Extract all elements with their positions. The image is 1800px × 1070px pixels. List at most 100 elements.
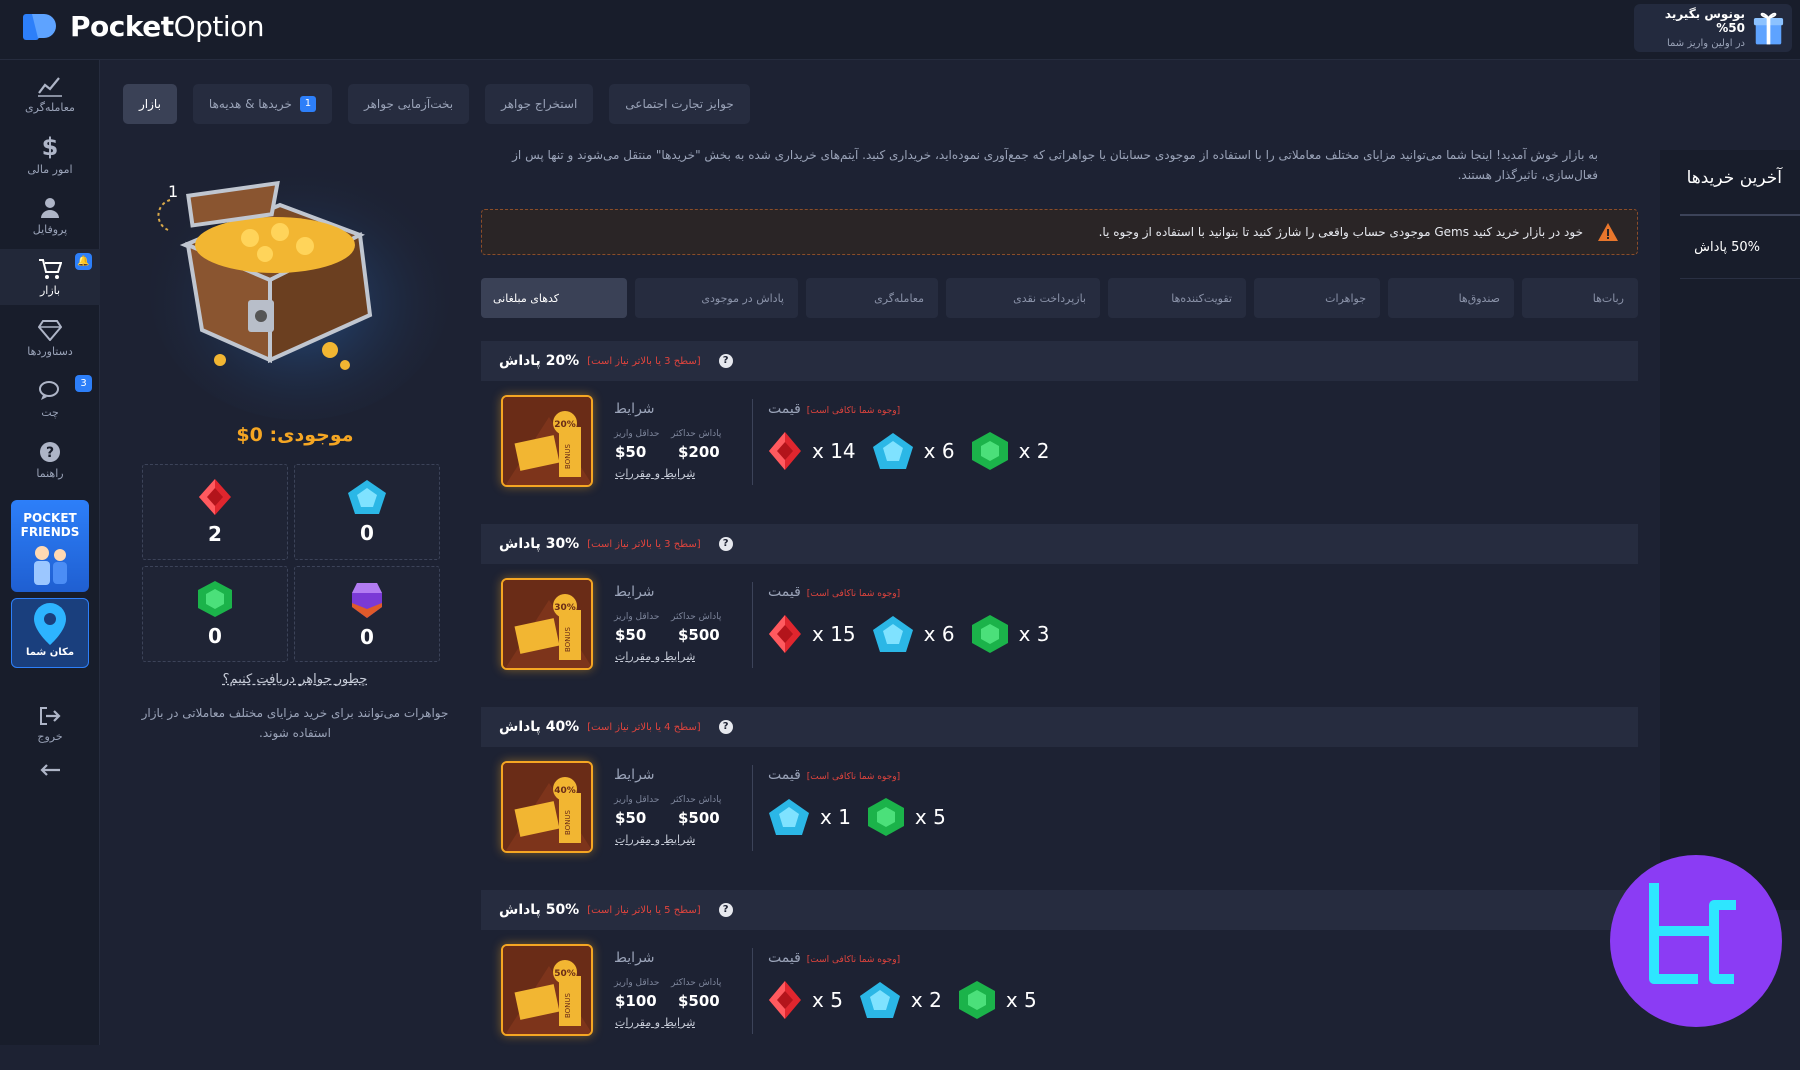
deposit-bonus-banner[interactable]: بونوس بگیرید 50% در اولین واریز شما bbox=[1634, 4, 1792, 52]
divider bbox=[752, 582, 753, 668]
bonus-voucher-word: BONUS bbox=[564, 809, 572, 835]
recent-purchase-item[interactable]: 50% پاداش bbox=[1694, 240, 1760, 255]
min-deposit-label: حداقل واریز bbox=[614, 612, 660, 622]
sidebar-item-profile[interactable]: پروفایل bbox=[0, 188, 100, 244]
watermark-logo bbox=[1610, 855, 1782, 1027]
max-bonus-label: پاداش حداکثر bbox=[671, 612, 722, 622]
sidebar-item-label: خروج bbox=[37, 729, 63, 743]
sidebar-item-market[interactable]: بازار 🔔 bbox=[0, 249, 100, 305]
price-title: قیمت [وجوه شما ناکافی است] bbox=[768, 584, 901, 600]
offer-card[interactable]: 40% BONUS شرایط حداقل واریز پاداش حداکثر $50 $… bbox=[481, 747, 1638, 887]
sidebar-item-label: چت bbox=[41, 405, 59, 419]
bonus-gift-icon: 40% BONUS bbox=[503, 763, 591, 851]
insufficient-funds-note: [وجوه شما ناکافی است] bbox=[806, 772, 901, 782]
help-icon[interactable]: ? bbox=[718, 537, 733, 551]
terms-link[interactable]: شرایط و مقررات bbox=[615, 650, 695, 663]
collapse-sidebar-button[interactable] bbox=[0, 750, 100, 790]
notification-badge: 🔔 bbox=[75, 253, 92, 270]
help-icon[interactable]: ? bbox=[718, 354, 733, 368]
filter-trading[interactable]: معامله‌گری bbox=[806, 278, 938, 318]
blue-gem-icon bbox=[859, 982, 900, 1018]
sidebar-item-trading[interactable]: معامله‌گری bbox=[0, 66, 100, 122]
price-quantity: x 6 bbox=[923, 622, 955, 646]
price-title: قیمت [وجوه شما ناکافی است] bbox=[768, 401, 901, 417]
gift-icon bbox=[1753, 12, 1784, 45]
divider bbox=[752, 765, 753, 851]
blue-gem-icon bbox=[348, 480, 386, 514]
max-bonus-value: $500 bbox=[678, 809, 720, 827]
sidebar-item-finance[interactable]: $ امور مالی bbox=[0, 127, 100, 183]
offer-header: 20% پاداش [سطح 3 یا بالاتر نیاز است]? bbox=[481, 341, 1638, 381]
filter-boosters[interactable]: تقویت‌کننده‌ها bbox=[1108, 278, 1246, 318]
filter-promo-codes[interactable]: کدهای مبلغانی bbox=[481, 278, 627, 318]
tab-market[interactable]: بازار bbox=[123, 84, 177, 124]
gem-count: 2 bbox=[208, 522, 222, 546]
sidebar-item-help[interactable]: ? راهنما bbox=[0, 432, 100, 488]
filter-gems[interactable]: جواهرات bbox=[1254, 278, 1380, 318]
price-title: قیمت [وجوه شما ناکافی است] bbox=[768, 767, 901, 783]
tab-social-trading-rewards[interactable]: جوایز تجارت اجتماعی bbox=[609, 84, 750, 124]
red-gem-icon bbox=[769, 615, 801, 653]
bonus-voucher-percent: 30% bbox=[554, 603, 576, 613]
max-bonus-value: $500 bbox=[678, 626, 720, 644]
help-icon[interactable]: ? bbox=[718, 903, 733, 917]
market-tabs: بازار خریدها & هدیه‌ها 1 بخت‌آزمایی جواهر… bbox=[123, 84, 750, 124]
bonus-voucher-image: 30% BONUS bbox=[501, 578, 593, 670]
offer-card[interactable]: 50% BONUS شرایط حداقل واریز پاداش حداکثر $100… bbox=[481, 930, 1638, 1070]
gem-level-number: 1 bbox=[168, 182, 179, 201]
terms-link[interactable]: شرایط و مقررات bbox=[615, 1016, 695, 1029]
price-quantity: x 2 bbox=[1018, 439, 1050, 463]
offer-percent: 20% پاداش bbox=[499, 353, 580, 369]
sidebar: معامله‌گری $ امور مالی پروفایل بازار 🔔 د… bbox=[0, 60, 100, 1045]
sidebar-item-chat[interactable]: چت 3 bbox=[0, 371, 100, 427]
filter-boxes[interactable]: صندوق‌ها bbox=[1388, 278, 1514, 318]
offer-card[interactable]: 30% BONUS شرایط حداقل واریز پاداش حداکثر $50 $… bbox=[481, 564, 1638, 704]
offer-card[interactable]: 20% BONUS شرایط حداقل واریز پاداش حداکثر $50 $… bbox=[481, 381, 1638, 521]
min-deposit-value: $50 bbox=[615, 626, 647, 644]
logo-icon bbox=[23, 13, 56, 40]
price-gems: x 15 x 6 x 3 bbox=[768, 614, 1056, 654]
filter-balance-bonus[interactable]: پاداش در موجودی bbox=[635, 278, 798, 318]
filter-robots[interactable]: ربات‌ها bbox=[1522, 278, 1638, 318]
tab-gem-lottery[interactable]: بخت‌آزمایی جواهر bbox=[347, 84, 470, 124]
bonus-voucher-image: 20% BONUS bbox=[501, 395, 593, 487]
divider bbox=[752, 399, 753, 485]
bonus-voucher-image: 50% BONUS bbox=[501, 944, 593, 1036]
sidebar-item-label: پروفایل bbox=[32, 222, 68, 236]
sidebar-item-logout[interactable]: خروج bbox=[0, 696, 100, 752]
offer-level-requirement: [سطح 5 یا بالاتر نیاز است] bbox=[587, 904, 701, 916]
filter-cashback[interactable]: بازپرداخت نقدی bbox=[946, 278, 1100, 318]
insufficient-funds-note: [وجوه شما ناکافی است] bbox=[806, 406, 901, 416]
tab-purchases-gifts[interactable]: خریدها & هدیه‌ها 1 bbox=[192, 84, 332, 124]
price-gems: x 5 x 2 x 5 bbox=[768, 980, 1043, 1020]
chart-icon bbox=[38, 76, 62, 97]
offer-percent: 40% پاداش bbox=[499, 719, 580, 735]
gem-inventory-grid: 2 0 0 0 bbox=[142, 464, 440, 662]
sidebar-item-label: امور مالی bbox=[27, 162, 73, 176]
price-quantity: x 5 bbox=[1005, 988, 1037, 1012]
diamond-icon bbox=[38, 319, 62, 341]
offer-header: 30% پاداش [سطح 3 یا بالاتر نیاز است]? bbox=[481, 524, 1638, 564]
help-icon[interactable]: ? bbox=[718, 720, 733, 734]
terms-link[interactable]: شرایط و مقررات bbox=[615, 467, 695, 480]
max-bonus-value: $500 bbox=[678, 992, 720, 1010]
conditions-title: شرایط bbox=[614, 584, 655, 600]
your-location-card[interactable]: مکان شما bbox=[11, 598, 89, 668]
sidebar-item-achievements[interactable]: دستاوردها bbox=[0, 310, 100, 366]
terms-link[interactable]: شرایط و مقررات bbox=[615, 833, 695, 846]
sidebar-item-label: بازار bbox=[39, 283, 61, 297]
red-gem-icon bbox=[199, 479, 231, 515]
gem-cell-red: 2 bbox=[142, 464, 288, 560]
bonus-gift-icon: 20% BONUS bbox=[503, 397, 591, 485]
price-gems: x 1 x 5 bbox=[768, 797, 952, 837]
how-to-get-gems-link[interactable]: چطور جواهر دریافت کنیم؟ bbox=[130, 672, 460, 687]
pocket-friends-card[interactable]: POCKET FRIENDS bbox=[11, 500, 89, 592]
pocketoption-logo[interactable]: PocketOption bbox=[22, 10, 265, 43]
top-bar: PocketOption بونوس بگیرید 50% در اولین و… bbox=[0, 0, 1800, 60]
help-icon: ? bbox=[40, 441, 60, 462]
tab-gem-mining[interactable]: استخراج جواهر bbox=[485, 84, 594, 124]
friends-illustration-icon bbox=[34, 546, 67, 585]
svg-text:?: ? bbox=[46, 445, 54, 461]
offer-header: 50% پاداش [سطح 5 یا بالاتر نیاز است]? bbox=[481, 890, 1638, 930]
red-gem-icon bbox=[769, 432, 801, 470]
